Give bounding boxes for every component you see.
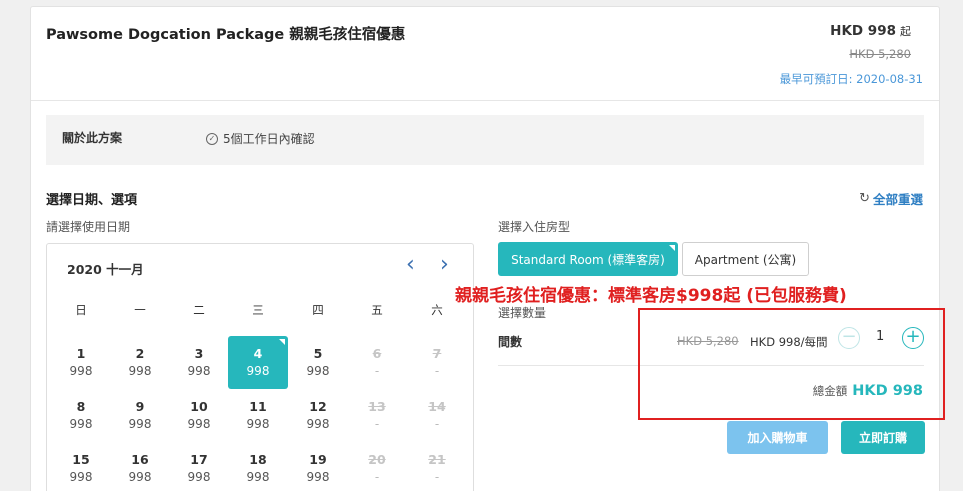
day-price: - (374, 364, 380, 378)
calendar-day[interactable]: 15 998 (51, 442, 111, 491)
price-from-suffix: 起 (900, 25, 911, 38)
weekday-header: 日 (75, 303, 87, 317)
room-option-apartment[interactable]: Apartment (公寓) (682, 242, 809, 276)
day-price: 998 (187, 364, 211, 378)
day-number: 7 (432, 346, 442, 361)
day-number: 6 (372, 346, 382, 361)
calendar-day[interactable]: 3 998 (169, 336, 229, 389)
reset-all-label: 全部重選 (872, 192, 923, 207)
day-price: 998 (306, 417, 330, 431)
day-number: 10 (190, 399, 208, 414)
calendar-day[interactable]: 2 998 (110, 336, 170, 389)
chevron-left-icon[interactable]: ‹ (406, 253, 415, 277)
calendar-month: 2020 十一月 (67, 262, 144, 277)
calendar-day: 20 - (347, 442, 407, 491)
day-price: 998 (246, 364, 270, 378)
earliest-booking-date: 最早可預訂日: 2020-08-31 (779, 72, 923, 86)
weekday-header: 二 (193, 303, 205, 317)
original-price: HKD 5,280 (849, 47, 911, 61)
day-price: - (434, 417, 440, 431)
calendar: 2020 十一月 ‹ › 日一二三四五六 1 998 2 998 3 998 4 998 5 998… (46, 243, 474, 491)
day-price: 998 (69, 417, 93, 431)
annotation-text: 親親毛孩住宿優惠：標準客房$998起 (已包服務費) (455, 286, 847, 306)
weekday-header: 一 (134, 303, 146, 317)
day-price: - (374, 470, 380, 484)
package-title: Pawsome Dogcation Package 親親毛孩住宿優惠 (46, 27, 406, 43)
day-price: 998 (306, 364, 330, 378)
day-price: 998 (128, 470, 152, 484)
day-price: 998 (69, 364, 93, 378)
add-to-cart-button[interactable]: 加入購物車 (727, 421, 828, 454)
calendar-day[interactable]: 5 998 (288, 336, 348, 389)
quantity-label: 選擇數量 (498, 306, 547, 320)
day-number: 19 (309, 452, 327, 467)
day-price: - (434, 364, 440, 378)
calendar-day: 14 - (407, 389, 467, 442)
package-header: Pawsome Dogcation Package 親親毛孩住宿優惠 HKD 9… (31, 7, 939, 101)
calendar-day: 13 - (347, 389, 407, 442)
confirm-text: 5個工作日內確認 (223, 132, 315, 146)
weekday-header: 四 (312, 303, 324, 317)
date-label: 請選擇使用日期 (46, 220, 131, 234)
day-number: 4 (253, 346, 263, 361)
day-number: 5 (313, 346, 323, 361)
calendar-day[interactable]: 1 998 (51, 336, 111, 389)
day-price: 998 (246, 470, 270, 484)
calendar-day: 7- (407, 336, 467, 389)
reset-all-button[interactable]: ↻ 全部重選 (859, 189, 923, 208)
day-number: 8 (76, 399, 86, 414)
rooms-count-label: 間數 (498, 335, 523, 349)
refresh-icon: ↻ (859, 191, 870, 206)
about-plan-box: 關於此方案 ✓ 5個工作日內確認 (46, 115, 924, 165)
day-number: 1 (76, 346, 86, 361)
weekday-header: 三 (252, 303, 264, 317)
day-number: 13 (368, 399, 386, 414)
calendar-day-selected[interactable]: 4 998 (228, 336, 288, 389)
section-title: 選擇日期、選項 (46, 193, 138, 208)
calendar-day[interactable]: 17 998 (169, 442, 229, 491)
day-price: 998 (246, 417, 270, 431)
calendar-day[interactable]: 9 998 (110, 389, 170, 442)
day-number: 18 (249, 452, 267, 467)
day-number: 15 (72, 452, 90, 467)
day-price: 998 (69, 470, 93, 484)
weekday-header: 五 (371, 303, 383, 317)
day-price: 998 (187, 417, 211, 431)
buy-now-button[interactable]: 立即訂購 (841, 421, 925, 454)
day-number: 12 (309, 399, 327, 414)
calendar-day[interactable]: 8 998 (51, 389, 111, 442)
calendar-day: 21 - (407, 442, 467, 491)
day-number: 2 (135, 346, 145, 361)
calendar-day: 6- (347, 336, 407, 389)
annotation-highlight-box (638, 308, 945, 420)
day-price: - (434, 470, 440, 484)
day-number: 21 (428, 452, 446, 467)
chevron-right-icon[interactable]: › (440, 253, 449, 277)
check-circle-icon: ✓ (206, 132, 218, 145)
day-price: 998 (128, 364, 152, 378)
calendar-day[interactable]: 11 998 (228, 389, 288, 442)
about-plan-label: 關於此方案 (62, 131, 123, 145)
room-type-label: 選擇入住房型 (498, 220, 571, 234)
confirm-info: ✓ 5個工作日內確認 (206, 130, 315, 147)
calendar-day[interactable]: 18 998 (228, 442, 288, 491)
calendar-day[interactable]: 19 998 (288, 442, 348, 491)
day-number: 17 (190, 452, 208, 467)
day-number: 14 (428, 399, 446, 414)
day-number: 9 (135, 399, 145, 414)
day-price: 998 (128, 417, 152, 431)
room-option-standard[interactable]: Standard Room (標準客房) (498, 242, 678, 276)
day-number: 3 (194, 346, 204, 361)
calendar-day[interactable]: 16 998 (110, 442, 170, 491)
day-number: 16 (131, 452, 149, 467)
price-from: HKD 998 起 (830, 23, 911, 39)
day-number: 20 (368, 452, 386, 467)
day-price: 998 (306, 470, 330, 484)
calendar-day[interactable]: 12 998 (288, 389, 348, 442)
day-price: - (374, 417, 380, 431)
day-price: 998 (187, 470, 211, 484)
price-from-value: HKD 998 (830, 23, 896, 39)
calendar-day[interactable]: 10 998 (169, 389, 229, 442)
day-number: 11 (249, 399, 267, 414)
